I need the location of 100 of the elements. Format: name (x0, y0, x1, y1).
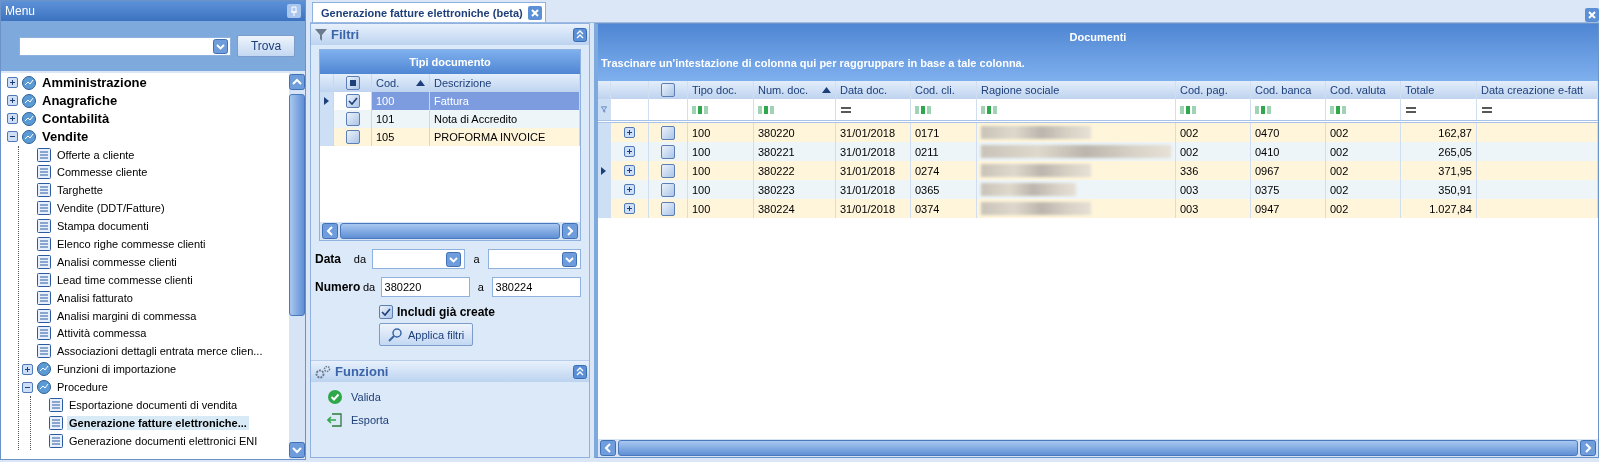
input-field[interactable]: 380220 (380, 277, 470, 297)
menu-item[interactable]: Contabilità (40, 110, 112, 128)
row-pointer-icon (601, 166, 606, 175)
menu-item[interactable]: Esportazione documenti di vendita (67, 397, 240, 412)
scroll-up-button[interactable] (289, 74, 305, 90)
collapse-icon[interactable] (22, 381, 33, 393)
menu-item[interactable]: Lead time commesse clienti (55, 272, 195, 287)
checkbox[interactable] (661, 125, 675, 140)
select-all-checkbox[interactable] (345, 76, 360, 90)
column-header[interactable]: Cod. banca (1251, 81, 1326, 99)
expand-icon[interactable] (624, 127, 635, 138)
scroll-right-button[interactable] (562, 223, 578, 239)
column-header[interactable]: Ragione sociale (977, 81, 1176, 99)
menu-item[interactable]: Generazione fatture elettroniche... (67, 415, 249, 430)
menu-item[interactable]: Offerte a cliente (55, 147, 137, 162)
menu-item[interactable]: Analisi fatturato (55, 290, 135, 305)
menu-item[interactable]: Vendite (DDT/Fatture) (55, 201, 167, 216)
close-icon[interactable] (1585, 8, 1599, 22)
checkbox[interactable] (661, 182, 675, 197)
table-cell: 100 (688, 199, 754, 218)
input-field[interactable]: 380224 (491, 277, 581, 297)
text-filter-icon[interactable] (981, 105, 997, 114)
horizontal-scrollbar[interactable] (320, 222, 580, 240)
sheet-icon (36, 325, 52, 342)
table-cell: 1.027,84 (1401, 199, 1477, 218)
collapse-icon[interactable] (7, 131, 18, 143)
search-button[interactable]: Trova (237, 35, 295, 57)
tab[interactable]: Generazione fatture elettroniche (beta) (312, 2, 546, 22)
sheet-icon (48, 432, 64, 449)
menu-item[interactable]: Analisi commesse clienti (55, 254, 179, 269)
expand-icon[interactable] (7, 77, 18, 89)
menu-item[interactable]: Procedure (55, 380, 110, 395)
close-icon[interactable] (527, 5, 542, 20)
dropdown-button[interactable] (562, 251, 577, 267)
column-header[interactable]: Tipo doc. (688, 81, 754, 99)
checkbox[interactable] (661, 163, 675, 178)
text-filter-icon[interactable] (1330, 105, 1346, 114)
collapse-button[interactable] (573, 27, 587, 42)
text-filter-icon[interactable] (915, 105, 931, 114)
menu-item[interactable]: Vendite (40, 128, 91, 146)
expand-icon[interactable] (624, 146, 635, 157)
table-cell: 105 (372, 128, 430, 146)
expand-icon[interactable] (7, 113, 18, 125)
column-header[interactable]: Data creazione e-fatt (1477, 81, 1598, 99)
checkbox[interactable] (661, 144, 675, 159)
equals-icon[interactable] (1405, 106, 1417, 113)
dropdown-button[interactable] (446, 251, 462, 267)
column-header[interactable]: Cod. valuta (1326, 81, 1401, 99)
menu-item[interactable]: Elenco righe commesse clienti (55, 236, 208, 251)
action-link[interactable]: Valida (351, 390, 381, 403)
action-link[interactable]: Esporta (351, 413, 389, 426)
column-header[interactable]: Cod. cli. (911, 81, 977, 99)
text-filter-icon[interactable] (1180, 105, 1196, 114)
menu-item[interactable]: Amministrazione (40, 74, 149, 92)
checkbox[interactable] (661, 201, 675, 216)
date-picker[interactable] (487, 249, 581, 269)
column-header[interactable]: Num. doc. (754, 81, 836, 99)
collapse-button[interactable] (573, 364, 587, 379)
scrollbar-thumb[interactable] (340, 223, 560, 239)
panel-title: Menu (5, 4, 36, 18)
apply-filters-button[interactable]: Applica filtri (379, 323, 474, 346)
expand-icon[interactable] (22, 363, 33, 375)
column-header[interactable]: Data doc. (836, 81, 911, 99)
menu-item[interactable]: Associazioni dettagli entrata merce clien... (55, 344, 265, 359)
menu-item[interactable]: Generazione documenti elettronici ENI (67, 433, 260, 448)
vertical-scrollbar[interactable] (289, 73, 305, 459)
column-header[interactable]: Cod. pag. (1176, 81, 1251, 99)
expand-icon[interactable] (624, 184, 635, 195)
filter-icon[interactable] (601, 105, 607, 114)
expand-icon[interactable] (624, 165, 635, 176)
dropdown-button[interactable] (213, 38, 228, 54)
text-filter-icon[interactable] (758, 105, 774, 114)
menu-item[interactable]: Stampa documenti (55, 219, 151, 234)
search-combobox[interactable] (19, 36, 231, 56)
menu-item[interactable]: Targhette (55, 183, 105, 198)
scroll-left-button[interactable] (600, 440, 616, 456)
text-filter-icon[interactable] (1255, 105, 1271, 114)
checkbox[interactable] (379, 305, 393, 319)
scroll-down-button[interactable] (289, 442, 305, 458)
expand-icon[interactable] (624, 203, 635, 214)
menu-item[interactable]: Analisi margini di commessa (55, 308, 199, 323)
export-icon (327, 411, 343, 428)
text-filter-icon[interactable] (692, 105, 708, 114)
menu-item[interactable]: Attività commessa (55, 326, 149, 341)
equals-icon[interactable] (840, 106, 852, 113)
checkbox[interactable] (345, 130, 360, 144)
row-indicator[interactable] (320, 92, 334, 110)
expand-icon[interactable] (7, 95, 18, 107)
scrollbar-thumb[interactable] (289, 94, 305, 316)
checkbox[interactable] (345, 112, 360, 126)
equals-icon[interactable] (1481, 106, 1493, 113)
column-header[interactable]: Totale (1401, 81, 1477, 99)
scroll-left-button[interactable] (322, 223, 338, 239)
menu-item[interactable]: Anagrafiche (40, 92, 120, 110)
checkbox[interactable] (345, 94, 360, 108)
select-all-checkbox[interactable] (661, 83, 675, 97)
scroll-right-button[interactable] (1580, 440, 1596, 456)
menu-item[interactable]: Funzioni di importazione (55, 362, 179, 377)
date-picker[interactable] (372, 249, 466, 269)
menu-item[interactable]: Commesse cliente (55, 165, 150, 180)
